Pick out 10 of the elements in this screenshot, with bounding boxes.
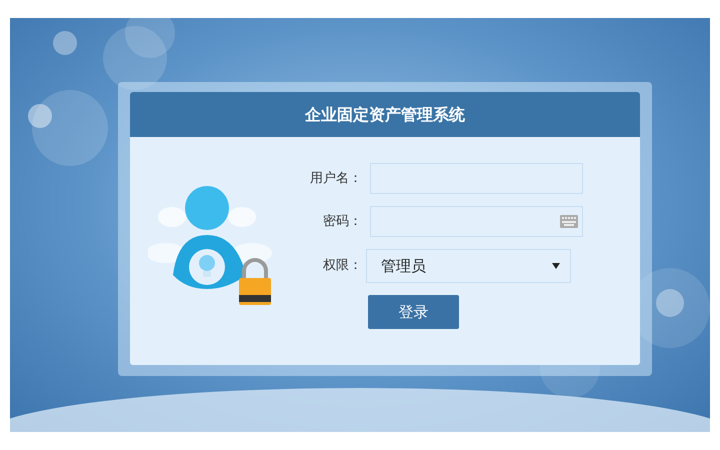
field-label: 用户名： xyxy=(309,170,362,188)
field-label: 权限： xyxy=(322,257,362,276)
login-button[interactable]: 登录 xyxy=(368,295,459,329)
password-field[interactable] xyxy=(370,206,583,237)
field-label: 密码： xyxy=(322,212,362,231)
system-title: 企业固定资产管理系统 xyxy=(130,92,640,137)
dropdown-caret-icon xyxy=(552,263,560,269)
keyboard-icon xyxy=(560,215,578,228)
username-field[interactable] xyxy=(370,163,583,194)
role-select[interactable]: 管理员 xyxy=(366,249,571,283)
